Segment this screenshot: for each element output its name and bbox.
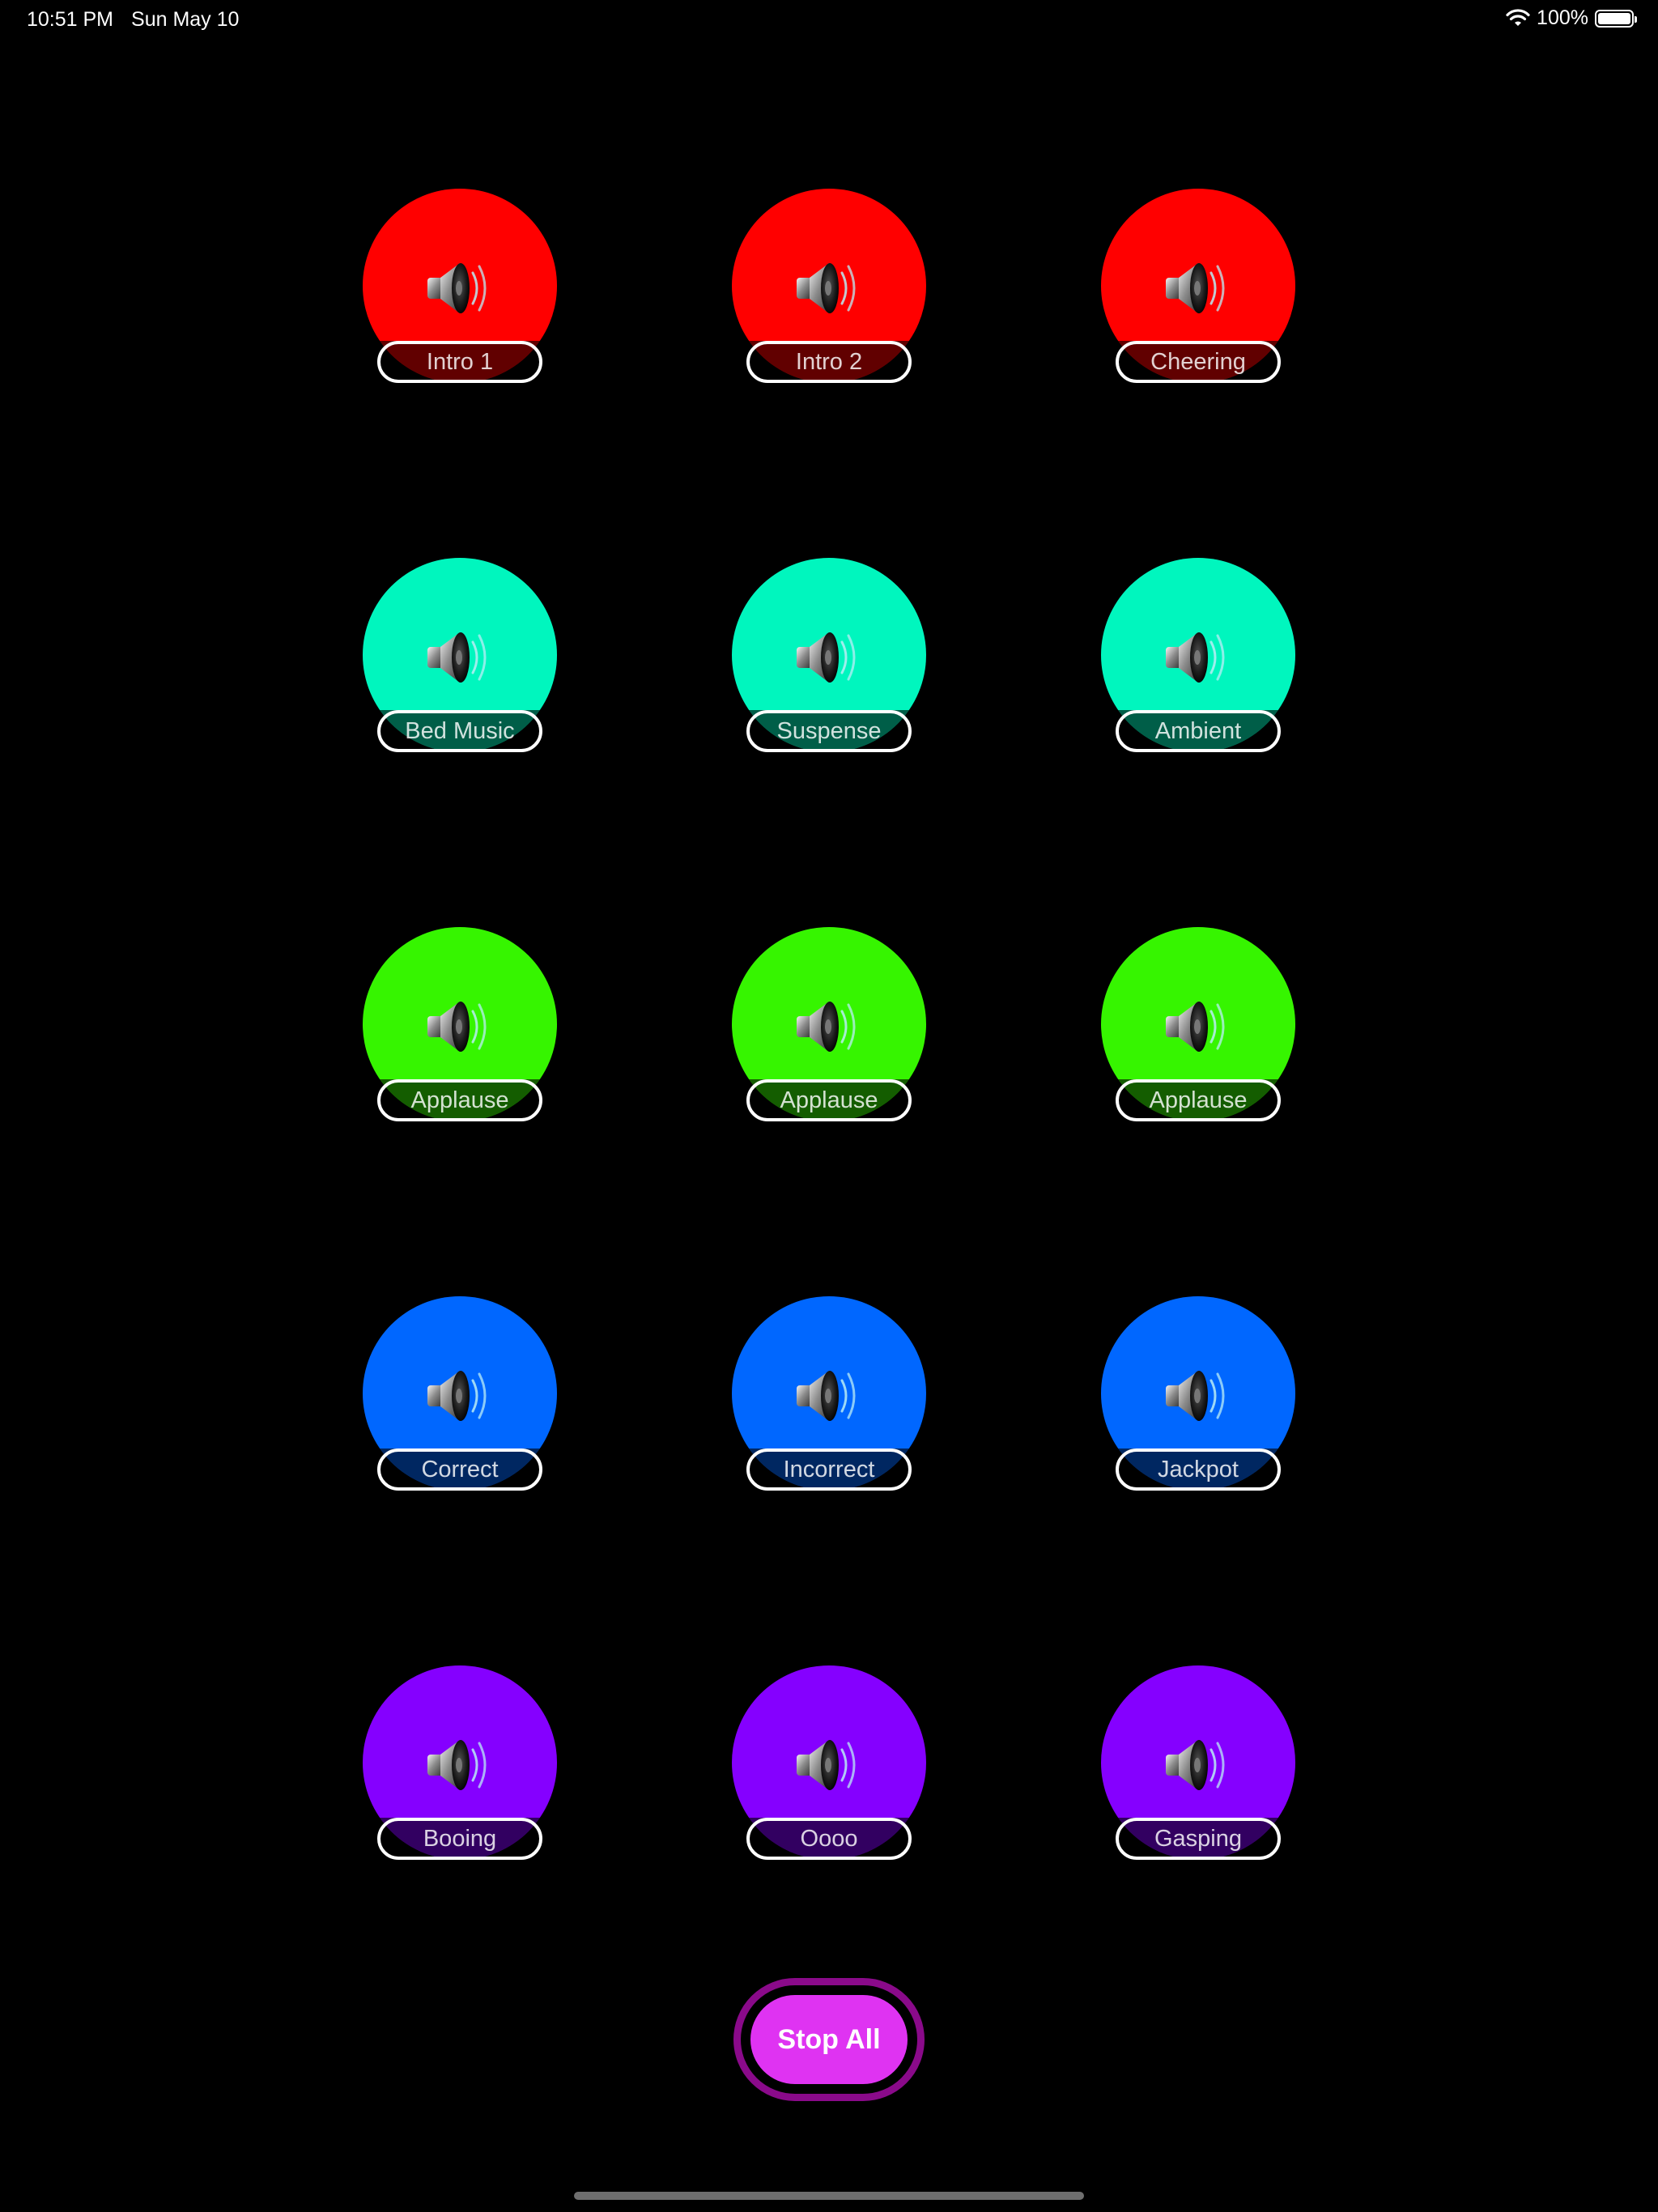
pad-label: Incorrect: [746, 1448, 912, 1491]
sound-pad[interactable]: Cheering: [1101, 189, 1295, 383]
status-right: 100%: [1506, 6, 1637, 30]
pad-label: Suspense: [746, 710, 912, 752]
battery-fill: [1598, 12, 1630, 24]
sound-pad[interactable]: Ambient: [1101, 558, 1295, 752]
status-bar: 10:51 PM Sun May 10 100%: [0, 0, 1658, 39]
status-date: Sun May 10: [131, 8, 240, 31]
status-time: 10:51 PM: [27, 8, 114, 31]
pad-label: Intro 2: [746, 341, 912, 383]
pad-label: Applause: [1116, 1079, 1281, 1121]
speaker-icon: [1163, 1732, 1234, 1797]
sound-pad[interactable]: Jackpot: [1101, 1296, 1295, 1491]
soundboard-screen: 10:51 PM Sun May 10 100% Intro 1 Intro 2…: [0, 0, 1658, 2212]
pad-label: Applause: [377, 1079, 542, 1121]
sound-pad[interactable]: Applause: [1101, 927, 1295, 1121]
sound-pad[interactable]: Booing: [363, 1665, 557, 1860]
sound-pad[interactable]: Incorrect: [732, 1296, 926, 1491]
speaker-icon: [424, 1732, 495, 1797]
pad-label: Applause: [746, 1079, 912, 1121]
pad-label: Cheering: [1116, 341, 1281, 383]
sound-pad[interactable]: Applause: [363, 927, 557, 1121]
speaker-icon: [1163, 993, 1234, 1058]
sound-pad[interactable]: Intro 1: [363, 189, 557, 383]
pad-label: Booing: [377, 1818, 542, 1860]
speaker-icon: [793, 993, 865, 1058]
sound-pad[interactable]: Gasping: [1101, 1665, 1295, 1860]
pad-label: Oooo: [746, 1818, 912, 1860]
speaker-icon: [424, 624, 495, 689]
speaker-icon: [424, 255, 495, 320]
home-indicator[interactable]: [574, 2192, 1084, 2200]
pad-label: Ambient: [1116, 710, 1281, 752]
battery-icon: [1595, 9, 1637, 28]
pad-label: Gasping: [1116, 1818, 1281, 1860]
pad-label: Correct: [377, 1448, 542, 1491]
stop-all-ring: Stop All: [733, 1978, 925, 2101]
sound-pad[interactable]: Suspense: [732, 558, 926, 752]
speaker-icon: [793, 1732, 865, 1797]
status-left: 10:51 PM Sun May 10: [27, 8, 239, 32]
speaker-icon: [424, 993, 495, 1058]
speaker-icon: [793, 1363, 865, 1427]
stop-all-button[interactable]: Stop All: [750, 1995, 908, 2084]
sound-pad[interactable]: Applause: [732, 927, 926, 1121]
speaker-icon: [424, 1363, 495, 1427]
sound-pad[interactable]: Oooo: [732, 1665, 926, 1860]
speaker-icon: [1163, 1363, 1234, 1427]
speaker-icon: [793, 255, 865, 320]
pad-label: Bed Music: [377, 710, 542, 752]
sound-pad[interactable]: Bed Music: [363, 558, 557, 752]
pad-label: Jackpot: [1116, 1448, 1281, 1491]
sound-pad[interactable]: Intro 2: [732, 189, 926, 383]
speaker-icon: [1163, 624, 1234, 689]
wifi-icon: [1506, 8, 1530, 28]
sound-pad[interactable]: Correct: [363, 1296, 557, 1491]
battery-percent: 100%: [1537, 6, 1588, 29]
speaker-icon: [793, 624, 865, 689]
pad-label: Intro 1: [377, 341, 542, 383]
speaker-icon: [1163, 255, 1234, 320]
